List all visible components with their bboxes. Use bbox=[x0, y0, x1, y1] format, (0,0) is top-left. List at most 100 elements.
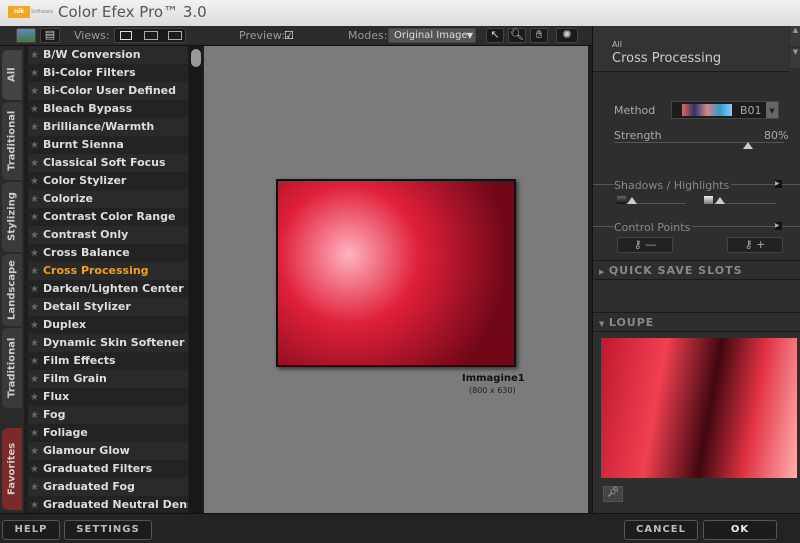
filter-item-label: Darken/Lighten Center bbox=[42, 282, 184, 295]
expand-icon[interactable]: ▶ bbox=[775, 180, 782, 188]
settings-panel: All Cross Processing ▲ ▼ Method B01 ▼ St… bbox=[592, 26, 800, 513]
filter-item[interactable]: ★ Cross Processing bbox=[28, 262, 188, 280]
strength-slider[interactable] bbox=[614, 142, 784, 143]
tab-all[interactable]: All bbox=[2, 50, 22, 100]
filter-item[interactable]: ★ Burnt Sienna bbox=[28, 136, 188, 154]
star-icon[interactable]: ★ bbox=[30, 284, 39, 295]
star-icon[interactable]: ★ bbox=[30, 104, 39, 115]
modes-select[interactable]: Original Image ▼ bbox=[388, 28, 476, 43]
zoom-tool-icon[interactable]: 🔍︎ bbox=[508, 28, 526, 43]
star-icon[interactable]: ★ bbox=[30, 302, 39, 313]
filter-item-label: Bi-Color User Defined bbox=[42, 84, 177, 97]
filter-item[interactable]: ★Graduated Neutral Density bbox=[28, 496, 188, 513]
filter-item[interactable]: ★ Film Grain bbox=[28, 370, 188, 388]
filter-item[interactable]: ★ Darken/Lighten Center bbox=[28, 280, 188, 298]
star-icon[interactable]: ★ bbox=[30, 212, 39, 223]
filter-item[interactable]: ★ Glamour Glow bbox=[28, 442, 188, 460]
tab-landscape[interactable]: Landscape bbox=[2, 254, 22, 326]
star-icon[interactable]: ★ bbox=[30, 392, 39, 403]
star-icon[interactable]: ★ bbox=[30, 374, 39, 385]
filter-item[interactable]: ★ Foliage bbox=[28, 424, 188, 442]
star-icon[interactable]: ★ bbox=[30, 266, 39, 277]
filter-item[interactable]: ★ Colorize bbox=[28, 190, 188, 208]
star-icon[interactable]: ★ bbox=[30, 464, 39, 475]
scroll-up-icon[interactable]: ▲ bbox=[790, 26, 800, 46]
scroll-down-icon[interactable]: ▼ bbox=[790, 48, 800, 68]
star-icon[interactable]: ★ bbox=[30, 500, 39, 511]
filter-list-scrollbar[interactable] bbox=[189, 46, 202, 513]
star-icon[interactable]: ★ bbox=[30, 428, 39, 439]
star-icon[interactable]: ★ bbox=[30, 482, 39, 493]
quick-save-slots-header[interactable]: ▶ QUICK SAVE SLOTS bbox=[593, 260, 800, 280]
single-view-thumb-button[interactable] bbox=[16, 28, 36, 43]
star-icon[interactable]: ★ bbox=[30, 320, 39, 331]
filter-item[interactable]: ★ Flux bbox=[28, 388, 188, 406]
star-icon[interactable]: ★ bbox=[30, 446, 39, 457]
filter-item[interactable]: ★ Fog bbox=[28, 406, 188, 424]
filter-item[interactable]: ★ Contrast Color Range bbox=[28, 208, 188, 226]
filter-item[interactable]: ★ Film Effects bbox=[28, 352, 188, 370]
star-icon[interactable]: ★ bbox=[30, 248, 39, 259]
star-icon[interactable]: ★ bbox=[30, 338, 39, 349]
single-view-icon[interactable] bbox=[120, 31, 132, 40]
filter-item[interactable]: ★ Contrast Only bbox=[28, 226, 188, 244]
preview-checkbox[interactable]: ☑ bbox=[284, 29, 294, 42]
filter-item[interactable]: ★ Cross Balance bbox=[28, 244, 188, 262]
split-layout-icon[interactable]: ▤ bbox=[40, 28, 60, 43]
filter-item[interactable]: ★ Bleach Bypass bbox=[28, 100, 188, 118]
nik-logo: nik bbox=[8, 6, 30, 18]
split-view-icon[interactable] bbox=[144, 31, 158, 40]
strength-slider-handle[interactable] bbox=[743, 142, 753, 149]
settings-button[interactable]: SETTINGS bbox=[64, 520, 152, 540]
method-select[interactable]: B01 ▼ bbox=[671, 101, 779, 119]
star-icon[interactable]: ★ bbox=[30, 410, 39, 421]
star-icon[interactable]: ★ bbox=[30, 230, 39, 241]
preview-label: Preview: bbox=[239, 29, 285, 42]
star-icon[interactable]: ★ bbox=[30, 86, 39, 97]
shadows-slider-handle[interactable] bbox=[627, 197, 637, 204]
help-button[interactable]: HELP bbox=[2, 520, 60, 540]
star-icon[interactable]: ★ bbox=[30, 158, 39, 169]
filter-item-label: Graduated Filters bbox=[42, 462, 153, 475]
tab-traditional[interactable]: Traditional bbox=[2, 102, 22, 180]
pointer-tool-icon[interactable]: ↖ bbox=[486, 28, 504, 43]
star-icon[interactable]: ★ bbox=[30, 50, 39, 61]
star-icon[interactable]: ★ bbox=[30, 194, 39, 205]
hand-tool-icon[interactable]: ✋︎ bbox=[530, 28, 548, 43]
star-icon[interactable]: ★ bbox=[30, 356, 39, 367]
filter-item[interactable]: ★ B/W Conversion bbox=[28, 46, 188, 64]
filter-item[interactable]: ★ Classical Soft Focus bbox=[28, 154, 188, 172]
tab-favorites[interactable]: Favorites bbox=[2, 428, 22, 510]
star-icon[interactable]: ★ bbox=[30, 176, 39, 187]
cancel-button[interactable]: CANCEL bbox=[624, 520, 698, 540]
tab-traditional-2[interactable]: Traditional bbox=[2, 328, 22, 408]
expand-icon[interactable]: ▶ bbox=[775, 222, 782, 230]
filter-item[interactable]: ★ Duplex bbox=[28, 316, 188, 334]
star-icon[interactable]: ★ bbox=[30, 140, 39, 151]
filter-item[interactable]: ★ Bi-Color User Defined bbox=[28, 82, 188, 100]
filter-item-label: Fog bbox=[42, 408, 66, 421]
method-thumbnail bbox=[682, 104, 732, 116]
filter-item[interactable]: ★ Brilliance/Warmth bbox=[28, 118, 188, 136]
filter-item-label: Bleach Bypass bbox=[42, 102, 133, 115]
ok-button[interactable]: OK bbox=[703, 520, 777, 540]
filter-item[interactable]: ★ Graduated Filters bbox=[28, 460, 188, 478]
add-control-point-button[interactable]: ⚷ + bbox=[727, 237, 783, 253]
star-icon[interactable]: ★ bbox=[30, 122, 39, 133]
filter-item[interactable]: ★ Bi-Color Filters bbox=[28, 64, 188, 82]
filter-item[interactable]: ★ Detail Stylizer bbox=[28, 298, 188, 316]
remove-control-point-button[interactable]: ⚷ — bbox=[617, 237, 673, 253]
side-by-side-view-icon[interactable] bbox=[168, 31, 182, 40]
highlights-slider-handle[interactable] bbox=[715, 197, 725, 204]
star-icon[interactable]: ★ bbox=[30, 68, 39, 79]
tab-stylizing[interactable]: Stylizing bbox=[2, 182, 22, 252]
filter-item[interactable]: ★ Dynamic Skin Softener bbox=[28, 334, 188, 352]
pin-icon[interactable]: 📌︎ bbox=[603, 486, 623, 502]
filter-item[interactable]: ★ Color Stylizer bbox=[28, 172, 188, 190]
light-tool-icon[interactable]: ✺ bbox=[556, 28, 578, 43]
filter-item[interactable]: ★ Graduated Fog bbox=[28, 478, 188, 496]
filter-item-label: Burnt Sienna bbox=[42, 138, 124, 151]
loupe-header[interactable]: ▼ LOUPE bbox=[593, 312, 800, 332]
scrollbar-thumb[interactable] bbox=[191, 49, 201, 67]
filter-item-label: Cross Processing bbox=[42, 264, 149, 277]
